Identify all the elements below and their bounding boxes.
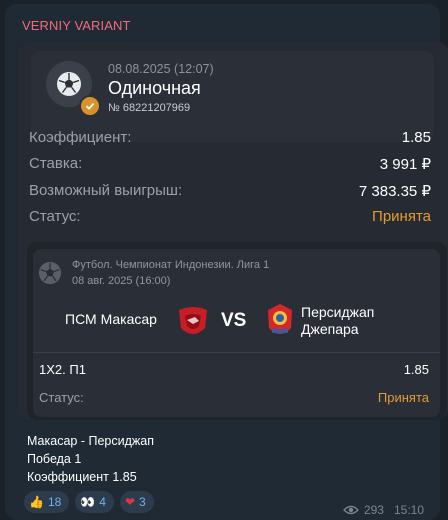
bet-type: Одиночная xyxy=(108,78,201,98)
possible-win-row: Возможный выигрыш: 7 383.35 ₽ xyxy=(29,182,431,202)
bet-slip-image[interactable]: 08.08.2025 (12:07) Одиночная № 682212079… xyxy=(18,42,448,420)
event-status-value: Принята xyxy=(377,390,429,405)
status-row: Статус: Принята xyxy=(29,208,431,228)
odds-row: Коэффициент: 1.85 xyxy=(29,129,431,149)
home-team-name: ПСМ Макасар xyxy=(65,311,157,327)
stake-row: Ставка: 3 991 ₽ xyxy=(29,155,431,175)
reaction-thumbs-up[interactable]: 👍 18 xyxy=(24,491,70,513)
home-team-logo-icon xyxy=(175,304,211,345)
odds-value: 1.85 xyxy=(401,129,431,146)
reaction-eyes[interactable]: 👀 4 xyxy=(75,491,114,513)
pick-odds: 1.85 xyxy=(403,362,429,377)
event-card: Футбол. Чемпионат Индонезии. Лига 1 08 а… xyxy=(33,249,440,417)
post-caption: Макасар - Персиджап Победа 1 Коэффициент… xyxy=(27,432,154,486)
bet-datetime: 08.08.2025 (12:07) xyxy=(108,62,214,76)
reaction-heart[interactable]: ❤ 3 xyxy=(119,491,154,513)
divider xyxy=(33,352,440,353)
versus-label: VS xyxy=(221,310,247,331)
eyes-icon: 👀 xyxy=(80,495,96,509)
away-team-name-line2: Джепара xyxy=(301,321,359,337)
channel-post: VERNIY VARIANT 08.08.2025 (12:07) Одиноч… xyxy=(5,4,448,520)
reaction-count: 18 xyxy=(47,495,62,509)
possible-win-value: 7 383.35 ₽ xyxy=(358,183,431,200)
event-date: 08 авг. 2025 (16:00) xyxy=(72,275,171,287)
away-team-name-line1: Персиджап xyxy=(301,304,375,320)
reaction-count: 3 xyxy=(139,495,146,509)
heart-icon: ❤ xyxy=(124,495,136,509)
bet-number: № 68221207969 xyxy=(108,102,191,114)
thumbs-up-icon: 👍 xyxy=(29,495,44,509)
pick-market: 1Х2. П1 xyxy=(39,362,86,377)
channel-name[interactable]: VERNIY VARIANT xyxy=(22,18,131,33)
eye-icon xyxy=(343,505,359,515)
caption-line: Победа 1 xyxy=(27,452,82,466)
caption-line: Коэффициент 1.85 xyxy=(27,470,137,484)
post-time: 15:10 xyxy=(393,503,424,517)
league-name: Футбол. Чемпионат Индонезии. Лига 1 xyxy=(72,259,270,271)
soccer-ball-icon xyxy=(38,261,62,290)
reactions-bar: 👍 18 👀 4 ❤ 3 xyxy=(24,491,154,513)
status-label: Статус: xyxy=(29,208,81,225)
post-meta: 293 15:10 xyxy=(343,503,424,517)
away-team-logo-icon xyxy=(265,302,295,347)
view-count: 293 xyxy=(363,503,384,517)
odds-label: Коэффициент: xyxy=(29,129,132,146)
stake-value: 3 991 ₽ xyxy=(379,156,431,173)
caption-line: Макасар - Персиджап xyxy=(27,434,154,448)
status-value: Принята xyxy=(372,208,431,225)
stake-label: Ставка: xyxy=(29,155,83,172)
away-team-name: Персиджап Джепара xyxy=(301,304,374,338)
checkmark-icon xyxy=(79,95,101,117)
event-card-wrap: Футбол. Чемпионат Индонезии. Лига 1 08 а… xyxy=(27,242,447,420)
possible-win-label: Возможный выигрыш: xyxy=(29,182,183,199)
reaction-count: 4 xyxy=(99,495,106,509)
event-status-label: Статус: xyxy=(39,390,84,405)
